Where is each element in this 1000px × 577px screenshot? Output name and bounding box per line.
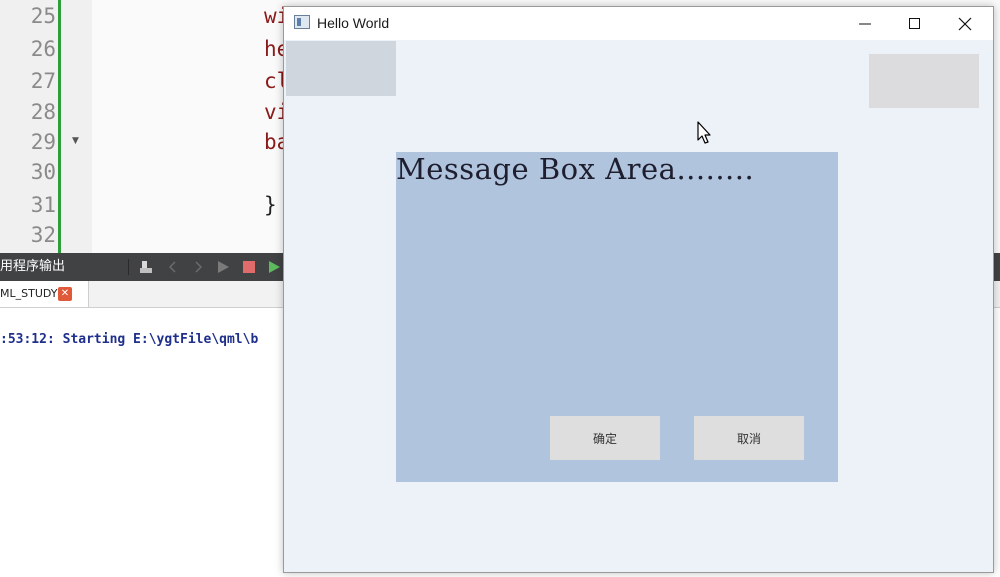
app-icon — [294, 15, 310, 29]
maximize-icon — [909, 18, 920, 29]
minimize-button[interactable] — [840, 7, 890, 40]
line-number: 29 — [30, 130, 56, 154]
message-box: Message Box Area........ 确定 取消 — [396, 152, 838, 482]
output-panel-title: 用程序输出 — [0, 259, 66, 274]
previous-icon[interactable] — [164, 258, 182, 276]
line-number: 30 — [30, 160, 56, 184]
ok-button[interactable]: 确定 — [550, 416, 660, 460]
app-window: Hello World Message Box Area........ 确定 … — [283, 6, 994, 573]
output-tab-label: ML_STUDY — [0, 287, 58, 300]
line-number: 31 — [30, 193, 56, 217]
cancel-button[interactable]: 取消 — [694, 416, 804, 460]
top-left-rectangle — [286, 41, 396, 96]
line-number: 25 — [30, 4, 56, 28]
window-titlebar[interactable]: Hello World — [284, 7, 993, 40]
run-icon[interactable] — [214, 258, 232, 276]
output-tab[interactable]: ML_STUDY ✕ — [0, 281, 89, 307]
line-number: 32 — [30, 223, 56, 247]
message-text: Message Box Area........ — [396, 152, 755, 186]
line-number: 26 — [30, 37, 56, 61]
top-right-rectangle — [869, 54, 979, 108]
maximize-button[interactable] — [890, 7, 940, 40]
minimize-icon — [859, 23, 871, 25]
close-icon — [958, 17, 972, 31]
line-number: 28 — [30, 100, 56, 124]
log-line: :53:12: Starting E:\ygtFile\qml\b — [0, 332, 259, 347]
window-title: Hello World — [317, 15, 390, 31]
stop-icon[interactable] — [240, 258, 258, 276]
code-line: } — [264, 193, 277, 217]
run-debug-icon[interactable] — [265, 258, 283, 276]
close-icon[interactable]: ✕ — [58, 287, 72, 301]
line-number: 27 — [30, 69, 56, 93]
fold-arrow-icon[interactable]: ▼ — [72, 136, 79, 146]
close-button[interactable] — [940, 7, 990, 40]
toolbar-separator — [128, 259, 129, 275]
next-icon[interactable] — [189, 258, 207, 276]
change-marker — [58, 0, 61, 253]
mouse-cursor-icon — [697, 121, 711, 149]
clear-icon[interactable] — [138, 258, 156, 276]
